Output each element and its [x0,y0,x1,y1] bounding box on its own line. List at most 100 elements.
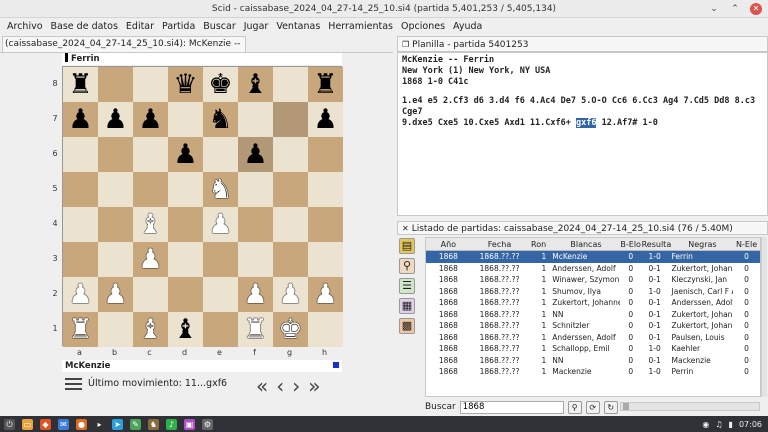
square-g2[interactable]: ♟ [273,277,308,312]
moves-line[interactable]: 1.e4 e5 2.Cf3 d6 3.d4 f6 4.Ac4 De7 5.O-O… [402,96,763,118]
square-f8[interactable]: ♝ [238,67,273,102]
network-icon[interactable]: ◉ [702,420,709,429]
close-tab-icon[interactable]: ✕ [402,224,409,233]
square-h8[interactable]: ♜ [308,67,343,102]
square-d6[interactable]: ♟ [168,137,203,172]
table-row[interactable]: 1868 1868.??.?? 1 NN 0 0-1 Mackenzie 0 [426,355,760,367]
square-e1[interactable] [203,312,238,347]
col-year[interactable]: Año [426,238,471,250]
square-d7[interactable] [168,102,203,137]
square-f1[interactable]: ♜ [238,312,273,347]
menu-herramientas[interactable]: Herramientas [324,21,397,32]
game-list-tab[interactable]: ✕ Listado de partidas: caissabase_2024_04… [397,221,768,235]
chess-app-icon[interactable]: ♞ [148,418,159,430]
notation-panel[interactable]: McKenzie -- Ferrin New York (1) New York… [397,52,768,216]
square-f5[interactable] [238,172,273,207]
black-rook-icon[interactable]: ♜ [68,71,92,98]
firefox-icon[interactable]: ● [76,418,87,430]
menu-archivo[interactable]: Archivo [3,21,47,32]
black-pawn-icon[interactable]: ♟ [173,141,197,168]
stats-icon[interactable]: ▦ [399,298,415,314]
square-b6[interactable] [98,137,133,172]
database-icon[interactable]: ▤ [399,238,415,254]
col-white[interactable]: Blancas [548,238,620,250]
volume-icon[interactable]: ♫ [715,420,722,429]
table-row[interactable]: 1868 1868.??.?? 1 Schallopp, Emil 0 1-0 Kaehle… [426,343,760,355]
horizontal-scrollbar[interactable] [620,402,760,411]
search-icon[interactable]: ⚲ [567,400,582,414]
square-e7[interactable]: ♞ [203,102,238,137]
col-round[interactable]: Ron [528,238,548,250]
files-icon[interactable]: ▭ [22,418,33,430]
menu-editar[interactable]: Editar [122,21,158,32]
maximize-icon[interactable]: ⌃ [729,3,741,15]
hamburger-menu-icon[interactable] [65,378,82,392]
square-h1[interactable] [308,312,343,347]
square-g7[interactable] [273,102,308,137]
square-b4[interactable] [98,207,133,242]
white-pawn-icon[interactable]: ♟ [208,211,232,238]
square-a3[interactable] [63,242,98,277]
white-bishop-icon[interactable]: ♝ [138,211,162,238]
col-white-elo[interactable]: B-Elo [620,238,642,250]
square-c4[interactable]: ♝ [133,207,168,242]
music-icon[interactable]: ♪ [166,418,177,430]
square-h6[interactable] [308,137,343,172]
refresh-icon[interactable]: ⟳ [585,400,600,414]
white-king-icon[interactable]: ♚ [278,316,302,343]
square-a1[interactable]: ♜ [63,312,98,347]
menu-opciones[interactable]: Opciones [397,21,449,32]
square-c5[interactable] [133,172,168,207]
layout-icon[interactable]: ☰ [399,278,415,294]
table-row[interactable]: 1868 1868.??.?? 1 Mackenzie 0 1-0 Perrin 0 [426,366,760,378]
col-date[interactable]: Fecha [471,238,529,250]
square-f2[interactable]: ♟ [238,277,273,312]
square-g8[interactable] [273,67,308,102]
square-d4[interactable] [168,207,203,242]
table-row[interactable]: 1868 1868.??.?? 1 Shumov, Ilya 0 1-0 Jaenisch,… [426,286,760,298]
square-b1[interactable] [98,312,133,347]
square-c8[interactable] [133,67,168,102]
table-row[interactable]: 1868 1868.??.?? 1 McKenzie 0 1-0 Ferrin 0 [426,251,760,263]
square-f6[interactable]: ♟ [238,137,273,172]
square-c2[interactable] [133,277,168,312]
square-b3[interactable] [98,242,133,277]
last-move-button[interactable]: » [308,374,320,398]
square-b5[interactable] [98,172,133,207]
square-h4[interactable] [308,207,343,242]
notation-tab[interactable]: ❐ Planilla - partida 5401253 [397,36,768,52]
telegram-icon[interactable]: ➤ [112,418,123,430]
black-bishop-icon[interactable]: ♝ [173,316,197,343]
mail-icon[interactable]: ✉ [58,418,69,430]
white-bishop-icon[interactable]: ♝ [138,316,162,343]
browser-icon[interactable]: ◆ [40,418,51,430]
black-pawn-icon[interactable]: ♟ [243,141,267,168]
white-pawn-icon[interactable]: ♟ [243,281,267,308]
square-a6[interactable] [63,137,98,172]
square-c3[interactable]: ♟ [133,242,168,277]
square-h7[interactable]: ♟ [308,102,343,137]
black-pawn-icon[interactable]: ♟ [103,106,127,133]
table-row[interactable]: 1868 1868.??.?? 1 NN 0 0-1 Zukertort, Johanne 0 [426,309,760,321]
black-pawn-icon[interactable]: ♟ [313,106,337,133]
square-h3[interactable] [308,242,343,277]
prev-move-button[interactable]: ‹ [276,374,284,398]
board-icon[interactable]: ▩ [399,318,415,334]
app-launcher-icon[interactable]: ⏻ [4,418,15,430]
col-result[interactable]: Resulta [642,238,672,250]
square-b8[interactable] [98,67,133,102]
square-g3[interactable] [273,242,308,277]
square-d3[interactable] [168,242,203,277]
menu-jugar[interactable]: Jugar [240,21,273,32]
square-b7[interactable]: ♟ [98,102,133,137]
square-h5[interactable] [308,172,343,207]
menu-ayuda[interactable]: Ayuda [449,21,486,32]
square-d5[interactable] [168,172,203,207]
clock[interactable]: 07:06 [739,420,762,429]
restore-icon[interactable]: ❐ [402,40,409,49]
moves-text[interactable]: 12.Af7# 1-0 [596,118,658,128]
black-queen-icon[interactable]: ♛ [173,71,197,98]
chess-board[interactable]: ♜ ♛ ♚ ♝ ♜ ♟ ♟ ♟ ♞ ♟ ♟ ♟ ♞ ♝ ♟ ♟ ♟ ♟ ♟ ♟ ♟ ♜ ♝ ♝ ♜ ♚ [62,66,343,347]
square-a7[interactable]: ♟ [63,102,98,137]
square-h2[interactable]: ♟ [308,277,343,312]
